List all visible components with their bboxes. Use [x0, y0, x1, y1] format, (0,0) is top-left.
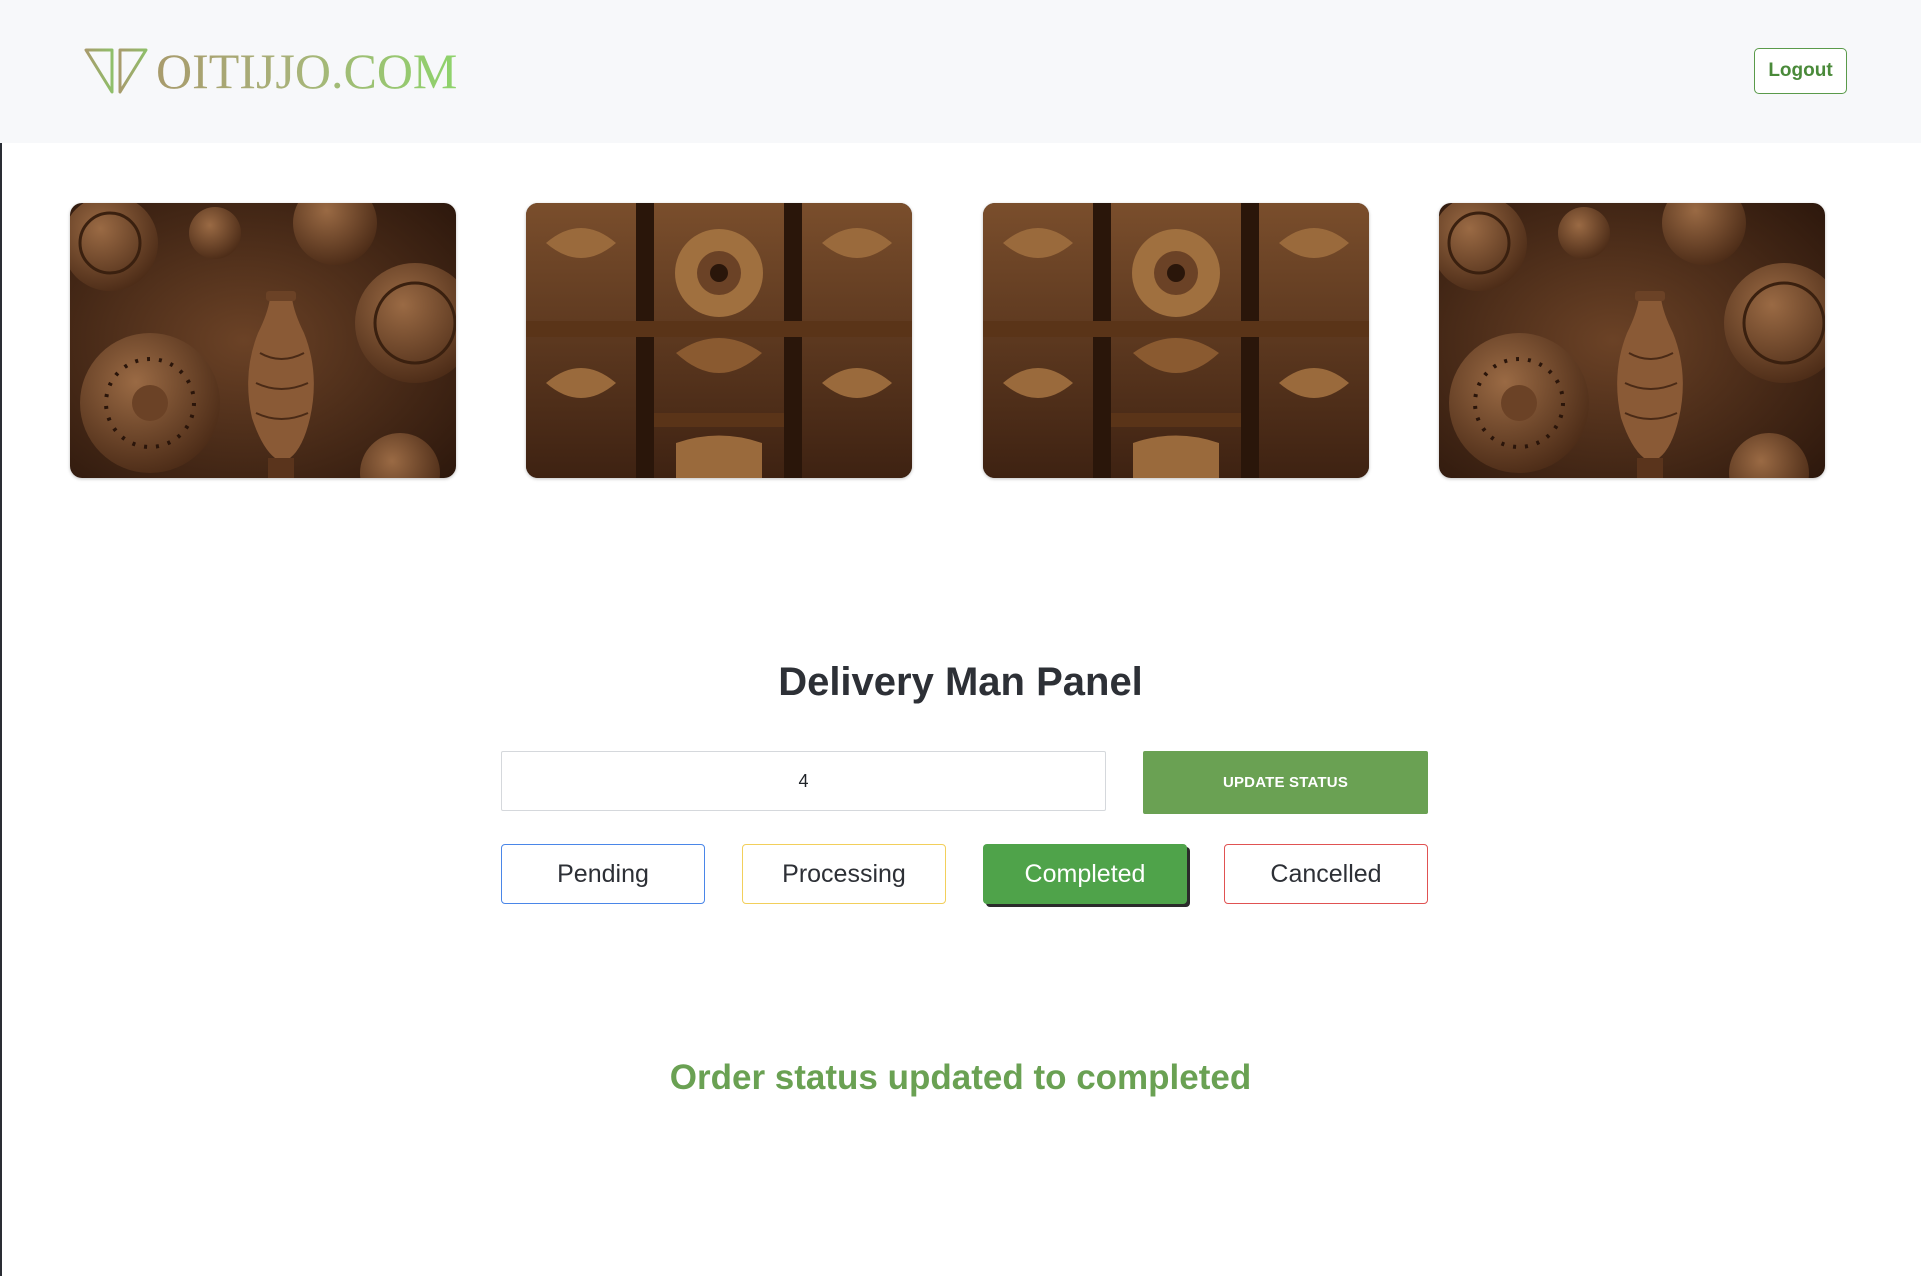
update-status-button[interactable]: UPDATE STATUS [1143, 751, 1428, 814]
gallery-image-pottery [1439, 203, 1825, 478]
brand-name: OITIJJO.COM [156, 43, 458, 99]
page-title: Delivery Man Panel [778, 660, 1143, 704]
status-cancelled-button[interactable]: Cancelled [1224, 844, 1428, 904]
top-navbar: OITIJJO.COM Logout [0, 0, 1921, 143]
status-processing-button[interactable]: Processing [742, 844, 946, 904]
status-completed-button[interactable]: Completed [983, 844, 1187, 904]
gallery-image-pottery [70, 203, 456, 478]
order-id-input[interactable] [501, 751, 1106, 811]
logout-button[interactable]: Logout [1754, 48, 1847, 94]
gallery-image-carved-panel [983, 203, 1369, 478]
open-book-logo-icon [84, 48, 148, 94]
brand-logo[interactable]: OITIJJO.COM [84, 46, 457, 96]
status-pending-button[interactable]: Pending [501, 844, 705, 904]
gallery-image-carved-panel [526, 203, 912, 478]
status-result-message: Order status updated to completed [669, 1058, 1252, 1097]
